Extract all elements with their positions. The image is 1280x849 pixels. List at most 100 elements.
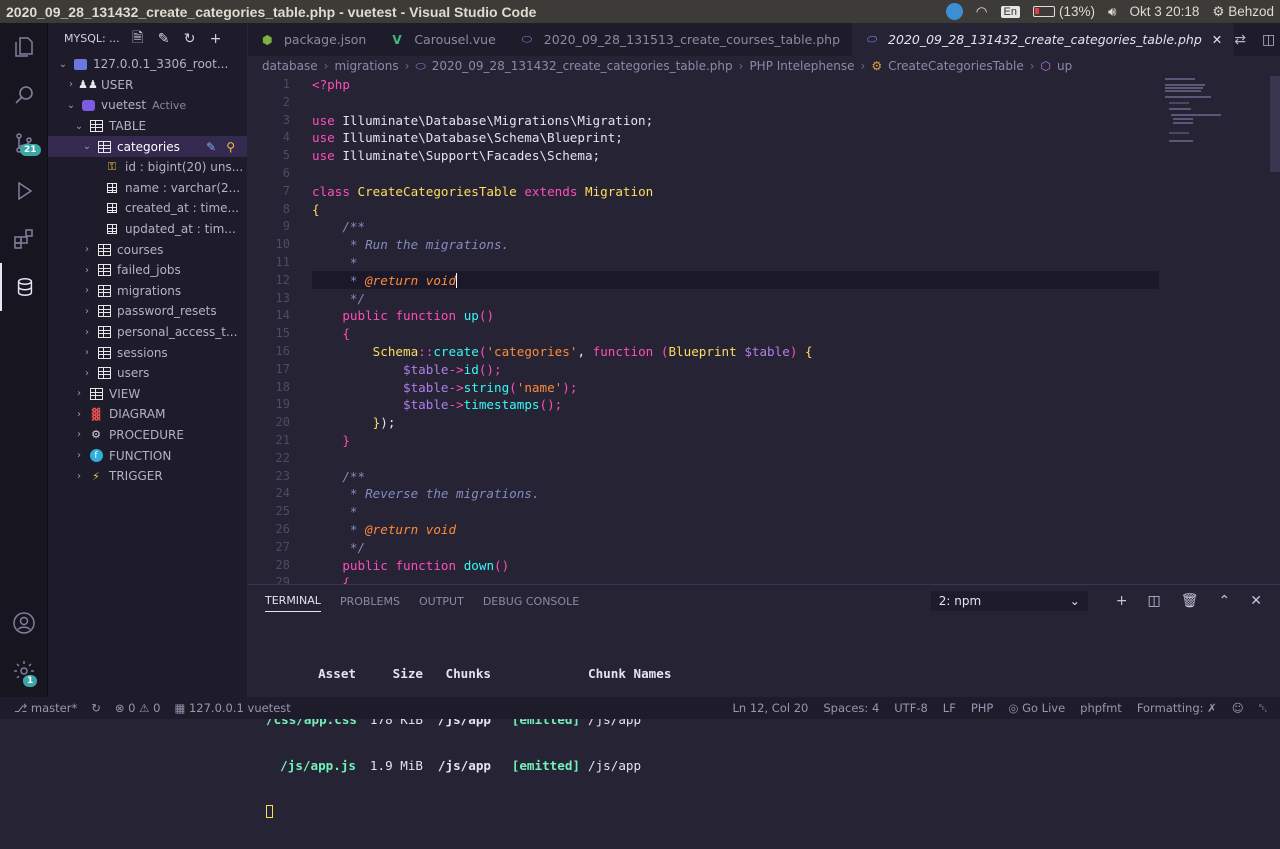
account-icon[interactable] — [0, 599, 48, 647]
formatting-status[interactable]: Formatting: ✗ — [1137, 701, 1217, 716]
edit-table-icon[interactable]: ✎ — [206, 140, 216, 154]
breadcrumb: database › migrations › ⬭ 2020_09_28_13143… — [262, 58, 1073, 74]
branch-indicator[interactable]: ⎇ master* — [14, 701, 77, 715]
explorer-icon[interactable] — [0, 23, 48, 71]
line-number: 14 — [275, 308, 290, 323]
tree-item-column[interactable]: ⚿ id : bigint(20) uns... — [48, 157, 247, 178]
tree-item-categories[interactable]: ⌄ categories ✎ ⚲ — [48, 136, 247, 157]
wifi-icon[interactable]: ◠ — [976, 4, 988, 20]
tree-item-table-group[interactable]: ⌄ TABLE — [48, 116, 247, 137]
terminal-select[interactable]: 2: npm ⌄ — [930, 591, 1088, 611]
edit-icon[interactable]: ✎ — [156, 31, 172, 47]
tree-item-table[interactable]: › courses — [48, 239, 247, 260]
phpfmt-button[interactable]: phpfmt — [1080, 701, 1122, 716]
code-content[interactable]: <?php use Illuminate\Database\Migrations… — [312, 76, 813, 584]
source-control-icon[interactable]: 21 — [0, 119, 48, 167]
terminal-select-value: 2: npm — [938, 594, 982, 608]
tab-categories-migration[interactable]: ⬭ 2020_09_28_131432_create_categories_ta… — [852, 23, 1235, 56]
close-panel-icon[interactable]: ✕ — [1250, 593, 1262, 609]
breadcrumb-item[interactable]: migrations — [334, 59, 398, 73]
tree-item-procedure[interactable]: › ⚙ PROCEDURE — [48, 425, 247, 446]
feedback-icon[interactable]: ☺ — [1232, 701, 1244, 716]
tab-package-json[interactable]: ⬢ package.json — [248, 23, 378, 56]
tree-item-table[interactable]: › personal_access_t... — [48, 322, 247, 343]
language-mode[interactable]: PHP — [971, 701, 994, 716]
tree-item-table[interactable]: › failed_jobs — [48, 260, 247, 281]
line-number: 13 — [275, 290, 290, 305]
line-number: 5 — [282, 148, 290, 163]
go-live-button[interactable]: ◎ Go Live — [1008, 701, 1065, 716]
new-query-icon[interactable]: 🗎︎ — [130, 30, 146, 47]
tab-carousel-vue[interactable]: V Carousel.vue — [378, 23, 507, 56]
tree-item-column[interactable]: created_at : time... — [48, 198, 247, 219]
compare-changes-icon[interactable]: ⇄ — [1234, 32, 1246, 48]
indentation[interactable]: Spaces: 4 — [823, 701, 879, 716]
tree-item-view[interactable]: › VIEW — [48, 384, 247, 405]
chevron-down-icon: ⌄ — [1069, 594, 1080, 608]
volume-icon[interactable]: 🔊︎ — [1108, 4, 1117, 20]
add-connection-icon[interactable]: + — [208, 31, 224, 47]
encoding[interactable]: UTF-8 — [894, 701, 928, 716]
close-icon[interactable]: ✕ — [1212, 32, 1222, 47]
database-sidebar: MYSQL: ... 🗎︎ ✎ ↻ + ⌄ 127.0.0.1_3306_roo… — [48, 23, 247, 697]
tab-label: 2020_09_28_131513_create_courses_table.p… — [543, 32, 841, 47]
problems-indicator[interactable]: ⊗ 0 ⚠ 0 — [115, 701, 161, 715]
breadcrumb-item[interactable]: 2020_09_28_131432_create_categories_tabl… — [432, 59, 733, 73]
line-number: 18 — [275, 379, 290, 394]
vscode-tray-icon[interactable] — [945, 3, 963, 20]
user-menu[interactable]: ⚙ Behzod — [1212, 4, 1274, 20]
tab-output[interactable]: OUTPUT — [419, 595, 464, 608]
line-number: 4 — [282, 130, 290, 145]
tree-item-table[interactable]: › sessions — [48, 342, 247, 363]
breadcrumb-item[interactable]: PHP Intelephense — [749, 59, 854, 73]
split-editor-icon[interactable]: ◫ — [1262, 32, 1275, 48]
tab-problems[interactable]: PROBLEMS — [340, 595, 400, 608]
query-table-icon[interactable]: ⚲ — [226, 140, 235, 154]
notifications-icon[interactable]: ␇ — [1259, 701, 1268, 716]
tree-item-function[interactable]: › f FUNCTION — [48, 445, 247, 466]
search-icon[interactable] — [0, 71, 48, 119]
tree-item-table[interactable]: › migrations — [48, 281, 247, 302]
tree-item-column[interactable]: updated_at : tim... — [48, 219, 247, 240]
clock[interactable]: Okt 3 20:18 — [1130, 4, 1200, 19]
breadcrumb-item[interactable]: database — [262, 59, 318, 73]
battery-indicator[interactable]: (13%) — [1033, 4, 1095, 19]
tree-item-column[interactable]: name : varchar(2... — [48, 178, 247, 199]
tree-item-connection[interactable]: ⌄ 127.0.0.1_3306_root... — [48, 54, 247, 75]
run-debug-icon[interactable] — [0, 167, 48, 215]
breadcrumb-item[interactable]: CreateCategoriesTable — [888, 59, 1024, 73]
tree-item-table[interactable]: › users — [48, 363, 247, 384]
tree-item-user[interactable]: › ♟♟ USER — [48, 75, 247, 96]
tab-courses-migration[interactable]: ⬭ 2020_09_28_131513_create_courses_table… — [508, 23, 852, 56]
terminal-output[interactable]: Asset Size Chunks Chunk Names /css/app.css 1… — [266, 636, 671, 849]
settings-gear-icon[interactable]: 1 — [0, 647, 48, 695]
maximize-panel-icon[interactable]: ⌃ — [1219, 593, 1231, 609]
editor-scrollbar[interactable] — [1270, 76, 1280, 172]
tree-item-diagram[interactable]: › ▓ DIAGRAM — [48, 404, 247, 425]
lightning-icon: ⚡︎ — [92, 469, 100, 483]
refresh-icon[interactable]: ↻ — [182, 31, 198, 47]
tree-item-database[interactable]: ⌄ vuetest Active — [48, 95, 247, 116]
minimap[interactable] — [1163, 76, 1273, 176]
line-number: 11 — [275, 255, 290, 269]
db-connection[interactable]: ▦ 127.0.0.1 vuetest — [174, 701, 290, 715]
breadcrumb-item[interactable]: up — [1057, 59, 1072, 73]
code-editor[interactable]: 1 2 3 4 5 6 7 8 9 10 11 12 13 14 15 16 17 18 19 20 21 22 23 24 2… — [248, 76, 1280, 584]
new-terminal-icon[interactable]: + — [1116, 593, 1128, 609]
cursor-position[interactable]: Ln 12, Col 20 — [733, 701, 809, 716]
table-icon — [96, 264, 112, 277]
extensions-icon[interactable] — [0, 215, 48, 263]
keyboard-layout[interactable]: En — [1000, 5, 1021, 18]
database-icon[interactable] — [0, 263, 48, 311]
split-terminal-icon[interactable]: ◫ — [1148, 593, 1161, 609]
tab-debug-console[interactable]: DEBUG CONSOLE — [483, 595, 579, 608]
tree-item-table[interactable]: › password_resets — [48, 301, 247, 322]
tree-item-label: FUNCTION — [109, 448, 172, 463]
line-ending[interactable]: LF — [943, 701, 956, 716]
trash-icon[interactable]: 🗑︎ — [1181, 593, 1199, 609]
sync-icon[interactable]: ↻ — [91, 701, 101, 715]
tree-item-label: DIAGRAM — [109, 407, 166, 422]
tree-item-trigger[interactable]: › ⚡︎ TRIGGER — [48, 466, 247, 487]
tab-terminal[interactable]: TERMINAL — [265, 594, 321, 612]
table-icon — [96, 305, 112, 318]
